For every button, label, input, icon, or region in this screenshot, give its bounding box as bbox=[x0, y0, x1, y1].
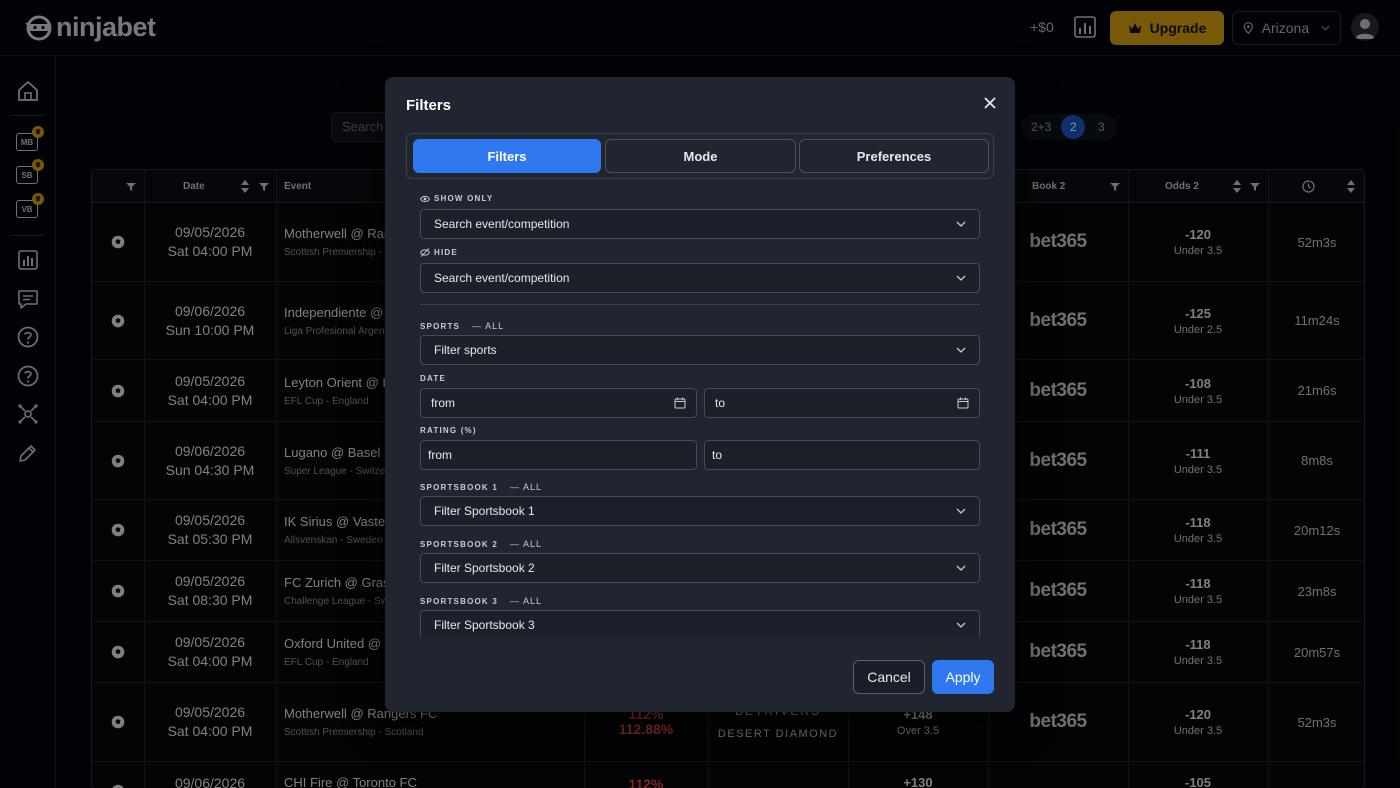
filter-tabs: Filters Mode Preferences bbox=[406, 133, 994, 179]
filters-modal: Filters Filters Mode Preferences SHOW ON… bbox=[385, 77, 1015, 712]
chevron-down-icon bbox=[956, 565, 966, 571]
calendar-icon[interactable] bbox=[674, 397, 686, 409]
rating-from-input[interactable]: from bbox=[420, 440, 697, 470]
modal-title: Filters bbox=[406, 97, 452, 114]
rating-to-input[interactable]: to bbox=[704, 440, 980, 470]
date-label: DATE bbox=[420, 374, 446, 383]
apply-button[interactable]: Apply bbox=[932, 660, 994, 694]
cancel-button[interactable]: Cancel bbox=[853, 660, 925, 694]
chevron-down-icon bbox=[956, 347, 966, 353]
chevron-down-icon bbox=[956, 221, 966, 227]
tab-filters[interactable]: Filters bbox=[413, 139, 601, 173]
calendar-icon[interactable] bbox=[957, 397, 969, 409]
sportsbook3-select[interactable]: Filter Sportsbook 3 bbox=[420, 610, 980, 637]
filters-form[interactable]: SHOW ONLY Search event/competition HIDE … bbox=[420, 189, 980, 637]
hide-label: HIDE bbox=[434, 248, 458, 257]
sports-label: SPORTS bbox=[420, 321, 461, 331]
sportsbook3-label: SPORTSBOOK 3 bbox=[420, 596, 498, 606]
date-to-input[interactable]: to bbox=[704, 388, 980, 418]
sportsbook1-label: SPORTSBOOK 1 bbox=[420, 482, 498, 492]
show-only-select[interactable]: Search event/competition bbox=[420, 209, 980, 239]
chevron-down-icon bbox=[956, 275, 966, 281]
date-from-input[interactable]: from bbox=[420, 388, 697, 418]
sportsbook1-select[interactable]: Filter Sportsbook 1 bbox=[420, 496, 980, 526]
rating-label: RATING (%) bbox=[420, 426, 477, 435]
tab-mode[interactable]: Mode bbox=[605, 139, 796, 173]
eye-icon bbox=[420, 195, 430, 202]
tab-preferences[interactable]: Preferences bbox=[799, 139, 989, 173]
sportsbook2-label: SPORTSBOOK 2 bbox=[420, 539, 498, 549]
sportsbook2-select[interactable]: Filter Sportsbook 2 bbox=[420, 553, 980, 583]
close-icon[interactable] bbox=[981, 94, 999, 112]
eye-off-icon bbox=[420, 248, 430, 257]
hide-select[interactable]: Search event/competition bbox=[420, 263, 980, 293]
sports-select[interactable]: Filter sports bbox=[420, 335, 980, 365]
chevron-down-icon bbox=[956, 622, 966, 628]
show-only-label: SHOW ONLY bbox=[434, 194, 494, 203]
chevron-down-icon bbox=[956, 508, 966, 514]
